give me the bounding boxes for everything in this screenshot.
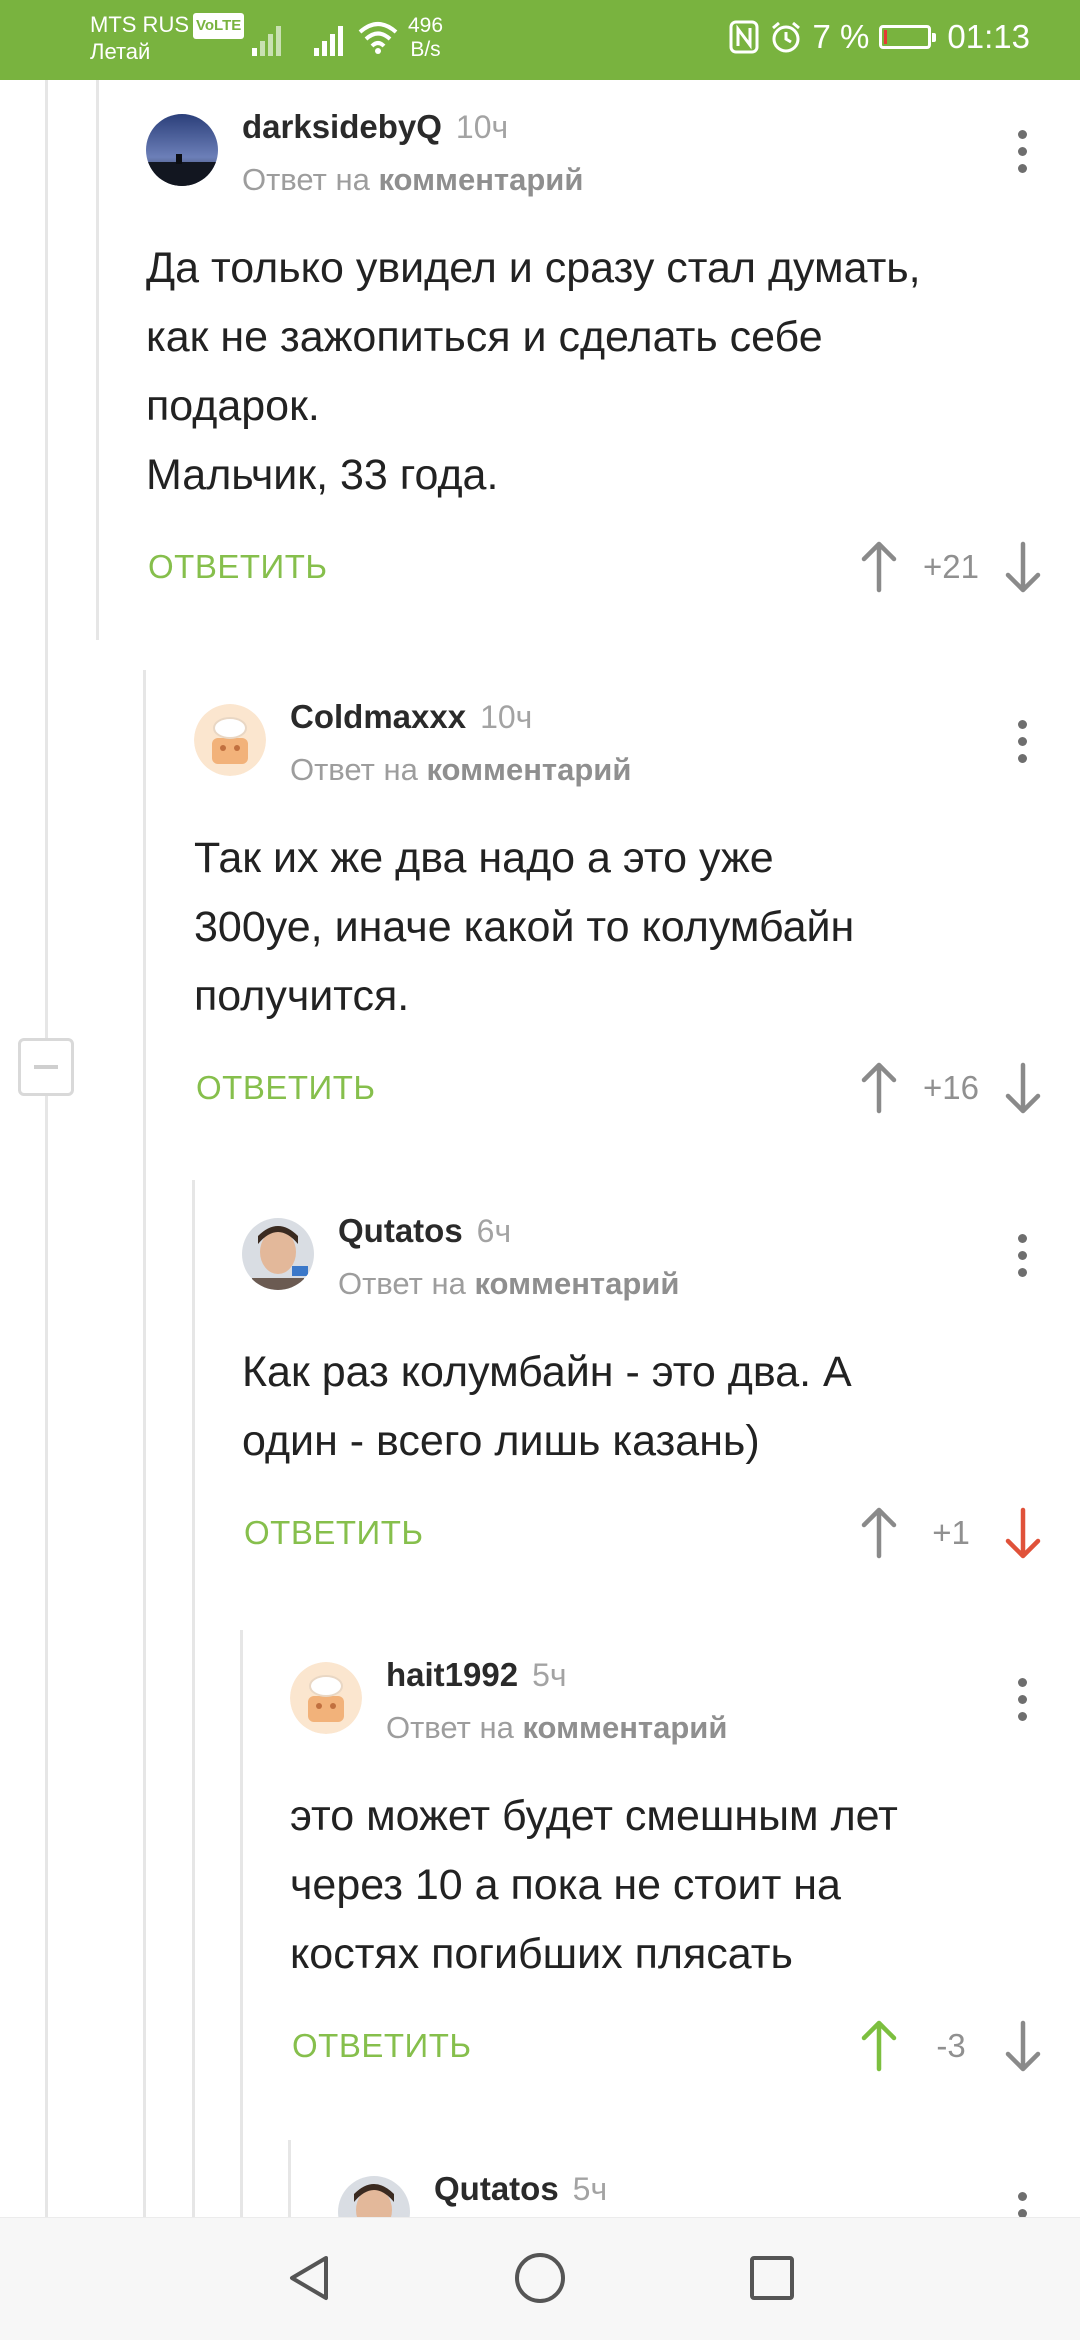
- comment-time: 10ч: [480, 699, 533, 735]
- reply-button[interactable]: ОТВЕТИТЬ: [148, 548, 328, 586]
- speed-value: 496: [408, 14, 444, 37]
- vote-controls: +16: [856, 1061, 1046, 1115]
- navigation-bar: [0, 2217, 1080, 2340]
- comment-author[interactable]: Coldmaxxx 10ч: [290, 698, 532, 736]
- vote-down-icon[interactable]: [1000, 1506, 1046, 1560]
- comment-text: Так их же два надо а это уже 300уе, инач…: [194, 834, 855, 1020]
- more-options-icon[interactable]: [1018, 1234, 1028, 1285]
- sunset-avatar[interactable]: [146, 114, 218, 186]
- vote-up-icon[interactable]: [856, 1506, 902, 1560]
- status-right: 7 % 01:13: [729, 18, 1030, 56]
- speed-unit: B/s: [410, 38, 441, 61]
- reply-prefix: Ответ на: [386, 1710, 514, 1745]
- reply-prefix: Ответ на: [338, 1266, 466, 1301]
- parent-comment-link[interactable]: комментарий: [474, 1266, 679, 1301]
- vote-controls: -3: [856, 2019, 1046, 2073]
- comment: hait1992 5ч Ответ на комментарий это може…: [290, 1656, 1080, 2083]
- reply-to: Ответ на комментарий: [386, 1710, 727, 1746]
- operator-name: Летай: [90, 39, 151, 64]
- comment: darksidebyQ 10ч Ответ на комментарий Да т…: [146, 108, 1080, 604]
- vote-controls: +21: [856, 540, 1046, 594]
- comment-time: 5ч: [572, 2171, 608, 2207]
- more-options-icon[interactable]: [1018, 720, 1028, 771]
- comment-author[interactable]: Qutatos 6ч: [338, 1212, 511, 1250]
- username[interactable]: darksidebyQ: [242, 108, 442, 145]
- status-bar: MTS RUS VoLTE Летай 496 B/s 7 % 01:13: [0, 0, 1080, 80]
- thread-line: [45, 80, 48, 2220]
- volte-badge: VoLTE: [193, 13, 245, 39]
- thread-line: [240, 1630, 243, 2220]
- comment-time: 6ч: [476, 1213, 512, 1249]
- signal-icon: [252, 26, 281, 56]
- more-options-icon[interactable]: [1018, 1678, 1028, 1729]
- comment-score: +21: [923, 548, 979, 585]
- vote-up-icon[interactable]: [856, 540, 902, 594]
- comment-text: Как раз колумбайн - это два. А один - вс…: [242, 1348, 852, 1465]
- more-options-icon[interactable]: [1018, 130, 1028, 181]
- vote-down-icon[interactable]: [1000, 1061, 1046, 1115]
- comment-author[interactable]: Qutatos 5ч: [434, 2170, 607, 2208]
- parent-comment-link[interactable]: комментарий: [378, 162, 583, 197]
- reply-to: Ответ на комментарий: [242, 162, 583, 198]
- reply-button[interactable]: ОТВЕТИТЬ: [244, 1514, 424, 1552]
- reply-to: Ответ на комментарий: [338, 1266, 679, 1302]
- alarm-icon: [771, 21, 800, 53]
- collapse-thread-button[interactable]: [18, 1038, 74, 1096]
- thread-line: [143, 670, 146, 2220]
- comment-text: Да только увидел и сразу стал думать, ка…: [146, 244, 921, 499]
- comment-author[interactable]: darksidebyQ 10ч: [242, 108, 508, 146]
- vote-controls: +1: [856, 1506, 1046, 1560]
- thread-line: [192, 1180, 195, 2220]
- comment-time: 10ч: [455, 109, 509, 145]
- battery-percent: 7 %: [812, 18, 870, 55]
- reply-button[interactable]: ОТВЕТИТЬ: [292, 2027, 472, 2065]
- username[interactable]: Coldmaxxx: [290, 698, 466, 735]
- vote-down-icon[interactable]: [1000, 540, 1046, 594]
- default-chef-avatar[interactable]: [194, 704, 266, 776]
- back-icon[interactable]: [282, 2250, 338, 2306]
- comment-time: 5ч: [532, 1657, 567, 1693]
- recents-icon[interactable]: [744, 2250, 800, 2306]
- network-speed: 496 B/s: [408, 14, 443, 62]
- default-chef-avatar[interactable]: [290, 1662, 362, 1734]
- carrier-name: MTS RUS: [90, 12, 189, 37]
- comment: Coldmaxxx 10ч Ответ на комментарий Так их…: [194, 698, 1080, 1125]
- thread-line: [288, 2140, 291, 2220]
- username[interactable]: Qutatos: [434, 2170, 559, 2207]
- comment-score: +16: [923, 1069, 979, 1106]
- parent-comment-link[interactable]: комментарий: [426, 752, 631, 787]
- carrier-info: MTS RUS VoLTE Летай: [90, 12, 245, 65]
- comment-author[interactable]: hait1992 5ч: [386, 1656, 567, 1694]
- nfc-icon: [729, 20, 759, 54]
- reply-prefix: Ответ на: [242, 162, 370, 197]
- comment-text: это может будет смешным лет через 10 а п…: [290, 1792, 898, 1978]
- comment: Qutatos 6ч Ответ на комментарий Как раз к…: [242, 1212, 1080, 1570]
- wifi-icon: [358, 22, 398, 54]
- home-icon[interactable]: [512, 2250, 568, 2306]
- reply-prefix: Ответ на: [290, 752, 418, 787]
- signal-icon: [314, 26, 343, 56]
- thread-line: [96, 80, 99, 640]
- vote-up-icon[interactable]: [856, 1061, 902, 1115]
- reply-to: Ответ на комментарий: [290, 752, 631, 788]
- comment-score: +1: [932, 1514, 970, 1551]
- battery-icon: [879, 25, 937, 49]
- parent-comment-link[interactable]: комментарий: [522, 1710, 727, 1745]
- username[interactable]: hait1992: [386, 1656, 518, 1693]
- reply-button[interactable]: ОТВЕТИТЬ: [196, 1069, 376, 1107]
- photo-avatar[interactable]: [242, 1218, 314, 1290]
- vote-up-icon[interactable]: [856, 2019, 902, 2073]
- username[interactable]: Qutatos: [338, 1212, 463, 1249]
- clock: 01:13: [947, 18, 1030, 55]
- comment-score: -3: [936, 2027, 966, 2064]
- vote-down-icon[interactable]: [1000, 2019, 1046, 2073]
